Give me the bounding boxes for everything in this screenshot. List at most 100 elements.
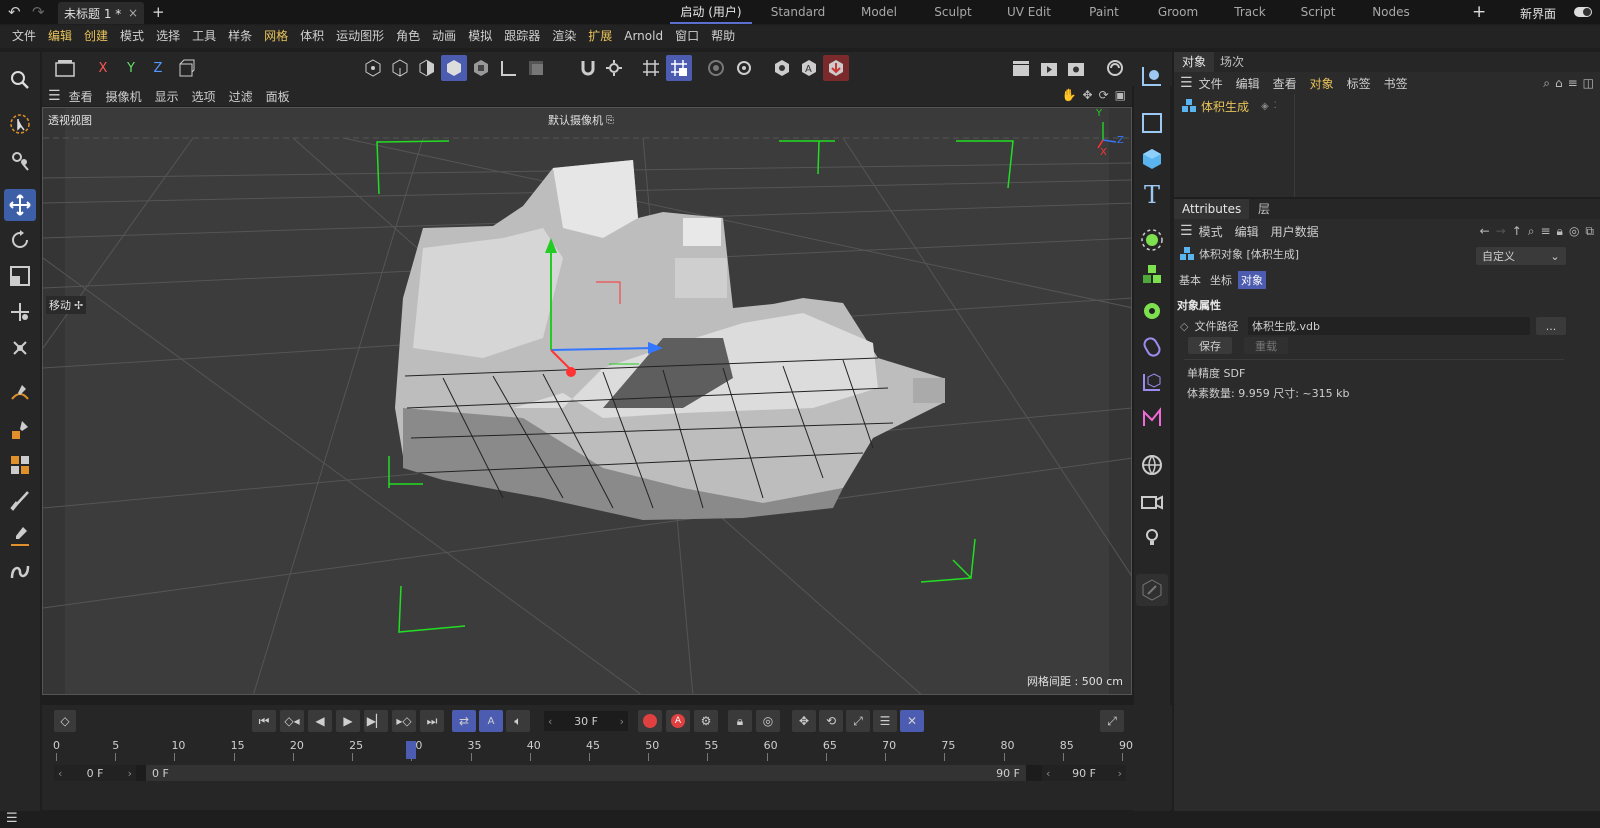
object-menu-item[interactable]: 编辑 — [1236, 75, 1260, 92]
document-tab[interactable]: 未标题 1 * × — [58, 2, 144, 24]
material-ball-icon[interactable] — [1102, 55, 1128, 81]
sound-icon[interactable]: 🔈︎ — [506, 710, 530, 732]
menu-item[interactable]: 网格 — [258, 25, 294, 48]
browse-button[interactable]: ... — [1536, 317, 1566, 335]
menu-item[interactable]: 选择 — [150, 25, 186, 48]
step-back-icon[interactable]: ◀ — [308, 710, 332, 732]
render-settings-gear-icon[interactable] — [731, 55, 757, 81]
filter-icon[interactable]: ≡ — [1568, 76, 1578, 90]
scale-tool-icon[interactable] — [4, 260, 36, 292]
hamburger-icon[interactable]: ☰ — [1180, 75, 1193, 91]
layout-tab[interactable]: UV Edit — [990, 0, 1068, 24]
menu-item[interactable]: 扩展 — [582, 25, 618, 48]
go-to-start-icon[interactable]: ⏮ — [252, 710, 276, 732]
frame-ruler[interactable]: 051015202530354045505560657075808590 — [53, 739, 1133, 761]
forward-arrow-icon[interactable]: → — [1496, 224, 1506, 238]
menu-item[interactable]: 运动图形 — [330, 25, 390, 48]
chevron-down-icon[interactable]: ⌄ — [1546, 247, 1564, 265]
keyframe-settings-icon[interactable]: ⚙ — [694, 710, 718, 732]
spline-object-icon[interactable] — [1136, 402, 1168, 434]
point-level-icon[interactable]: ✕ — [900, 710, 924, 732]
hamburger-icon[interactable]: ☰ — [48, 88, 61, 104]
cloner-tool-icon[interactable] — [4, 449, 36, 481]
go-to-end-icon[interactable]: ⏭ — [420, 710, 444, 732]
object-row-volume-builder[interactable]: 体积生成 ◈ ⁚ — [1182, 97, 1277, 115]
end-frame-field[interactable]: ‹ 90 F › — [1042, 765, 1126, 781]
start-frame-field[interactable]: ‹ 0 F › — [54, 765, 136, 781]
render-view-icon[interactable] — [1036, 55, 1062, 81]
menu-item[interactable]: 跟踪器 — [498, 25, 546, 48]
paint-brush-icon[interactable] — [4, 413, 36, 445]
rotate-tool-icon[interactable] — [4, 224, 36, 256]
text-object-icon[interactable]: T — [1136, 179, 1168, 211]
attributes-menu-item[interactable]: 模式 — [1199, 223, 1223, 240]
object-menu-item[interactable]: 查看 — [1273, 75, 1297, 92]
menu-item[interactable]: 工具 — [186, 25, 222, 48]
object-menu-item[interactable]: 文件 — [1199, 75, 1223, 92]
menu-item[interactable]: 窗口 — [669, 25, 705, 48]
points-mode-icon[interactable] — [360, 55, 386, 81]
tab-objects[interactable]: 对象 — [1174, 52, 1215, 72]
uv-mode-icon[interactable] — [468, 55, 494, 81]
play-icon[interactable]: ▶ — [336, 710, 360, 732]
object-menu-item[interactable]: 对象 — [1310, 75, 1334, 92]
lock-icon[interactable]: 🔒︎ — [1557, 224, 1563, 239]
viewport-menu-item[interactable]: 查看 — [69, 88, 93, 105]
plane-object-icon[interactable] — [1136, 107, 1168, 139]
light-object-icon[interactable] — [1136, 521, 1168, 553]
save-button[interactable]: 保存 — [1188, 337, 1232, 354]
record-key-icon[interactable] — [638, 710, 662, 732]
menu-item[interactable]: 文件 — [6, 25, 42, 48]
menu-item[interactable]: 体积 — [294, 25, 330, 48]
spline-smooth-icon[interactable] — [4, 556, 36, 588]
target-icon[interactable]: ◎ — [1569, 224, 1579, 238]
menu-item[interactable]: 编辑 — [42, 25, 78, 48]
grid-snap-icon[interactable] — [638, 55, 664, 81]
layout-tab[interactable]: Groom — [1140, 0, 1216, 24]
orbit-icon[interactable]: ⟳ — [1099, 88, 1109, 102]
tab-attributes[interactable]: Attributes — [1174, 199, 1250, 219]
transform-multi-icon[interactable] — [4, 332, 36, 364]
keyframe-diamond-icon[interactable]: ◇ — [54, 710, 76, 732]
param-key-icon[interactable]: ☰ — [873, 710, 897, 732]
layout-tab[interactable]: Track — [1216, 0, 1284, 24]
playhead[interactable] — [406, 741, 417, 759]
file-path-field[interactable]: 体积生成.vdb — [1248, 317, 1530, 335]
arnold-render-icon[interactable] — [823, 55, 849, 81]
auto-keying-icon[interactable]: A — [479, 710, 503, 732]
reload-button[interactable]: 重载 — [1244, 337, 1288, 354]
null-object-icon[interactable] — [1136, 60, 1168, 92]
volume-builder-icon[interactable] — [1136, 259, 1168, 291]
layout-tab[interactable]: Paint — [1072, 0, 1136, 24]
undo-icon[interactable]: ↶ — [8, 3, 21, 21]
prev-key-icon[interactable]: ◇◂ — [280, 710, 304, 732]
search-icon[interactable]: ⌕ — [1543, 76, 1550, 91]
layer-icon[interactable]: ◈ — [1261, 101, 1269, 112]
rotation-key-icon[interactable]: ⟲ — [819, 710, 843, 732]
position-key-icon[interactable]: ✥ — [792, 710, 816, 732]
search-icon[interactable]: ⌕ — [1528, 224, 1535, 239]
layout-tab[interactable]: 启动 (用户) — [670, 0, 752, 24]
move-tool-icon[interactable] — [4, 189, 36, 221]
transform-tool-icon[interactable] — [4, 296, 36, 328]
effector-object-icon[interactable] — [1136, 295, 1168, 327]
arnold-icon[interactable]: A — [796, 55, 822, 81]
layout-tab[interactable]: Script — [1284, 0, 1352, 24]
spline-pen-icon[interactable] — [4, 377, 36, 409]
menu-item[interactable]: Arnold — [618, 25, 669, 48]
edit-tag-icon[interactable] — [1136, 574, 1168, 606]
model-mode-icon[interactable] — [441, 55, 467, 81]
diamond-icon[interactable]: ◇ — [1180, 320, 1188, 333]
attributes-menu-item[interactable]: 用户数据 — [1271, 223, 1319, 240]
new-ui-toggle[interactable] — [1574, 7, 1592, 17]
viewport-menu-item[interactable]: 过滤 — [229, 88, 253, 105]
step-forward-icon[interactable]: ▶▏ — [364, 710, 388, 732]
axis-mode-icon[interactable] — [495, 55, 521, 81]
menu-item[interactable]: 样条 — [222, 25, 258, 48]
motion-record-icon[interactable]: ◎ — [756, 710, 780, 732]
settings-tool-icon[interactable] — [4, 144, 36, 176]
field-object-icon[interactable] — [1136, 366, 1168, 398]
viewport-menu-item[interactable]: 面板 — [266, 88, 290, 105]
next-key-icon[interactable]: ▸◇ — [392, 710, 416, 732]
lock-icon[interactable]: 🔒︎ — [728, 710, 752, 732]
